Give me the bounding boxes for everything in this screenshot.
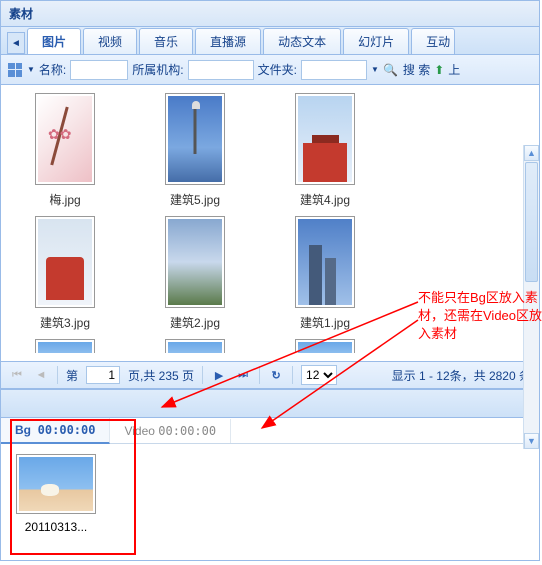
thumb-item[interactable]: 建筑2.jpg	[145, 216, 245, 331]
tab-music[interactable]: 音乐	[139, 28, 193, 54]
tab-scroll-left[interactable]: ◄	[7, 32, 25, 54]
bottom-tab-bg[interactable]: Bg 00:00:00	[1, 418, 110, 444]
thumb-item[interactable]: 建筑3.jpg	[15, 216, 115, 331]
tab-image[interactable]: 图片	[27, 28, 81, 54]
thumb-item[interactable]: 建筑1.jpg	[275, 216, 375, 331]
bottom-tab-video[interactable]: Video 00:00:00	[110, 419, 231, 443]
tab-video[interactable]: 视频	[83, 28, 137, 54]
pager-page-prefix: 第	[66, 367, 78, 384]
pager-next[interactable]: ▶	[211, 367, 227, 383]
search-icon[interactable]: 🔍	[383, 62, 399, 78]
bottom-tabs: Bg 00:00:00 Video 00:00:00	[1, 418, 539, 444]
tabs: ◄ 图片 视频 音乐 直播源 动态文本 幻灯片 互动	[1, 27, 539, 55]
pager-page-suffix: 页,共 235 页	[128, 367, 194, 384]
tab-slide[interactable]: 幻灯片	[343, 28, 409, 54]
thumb-item[interactable]: 梅.jpg	[15, 93, 115, 208]
pager-status: 显示 1 - 12条，共 2820 条	[392, 367, 531, 384]
pager-first[interactable]: ⏮	[9, 367, 25, 383]
thumb-item[interactable]: 建筑5.jpg	[145, 93, 245, 208]
thumb-label: 建筑5.jpg	[145, 191, 245, 208]
org-label: 所属机构:	[132, 61, 183, 78]
scroll-up[interactable]: ▲	[524, 145, 539, 161]
search-button[interactable]: 搜 索	[403, 61, 430, 78]
upload-icon[interactable]: ⬆	[434, 63, 444, 77]
view-mode-dropdown[interactable]: ▼	[27, 65, 35, 74]
bottom-bar	[1, 390, 539, 418]
tab-dynamictext[interactable]: 动态文本	[263, 28, 341, 54]
pager-page-input[interactable]	[86, 366, 120, 384]
upload-label: 上	[448, 61, 460, 78]
folder-dropdown[interactable]: ▼	[371, 65, 379, 74]
bottom-content: 20110313...	[1, 444, 539, 560]
name-label: 名称:	[39, 61, 66, 78]
view-mode-icon[interactable]	[7, 62, 23, 78]
folder-input[interactable]	[301, 60, 367, 80]
thumb-label: 梅.jpg	[15, 191, 115, 208]
thumb-label: 建筑3.jpg	[15, 314, 115, 331]
bg-thumb-item[interactable]: 20110313...	[11, 454, 101, 534]
folder-label: 文件夹:	[258, 61, 297, 78]
tab-live[interactable]: 直播源	[195, 28, 261, 54]
thumb-item[interactable]: 建筑4.jpg	[275, 93, 375, 208]
thumb-label: 建筑2.jpg	[145, 314, 245, 331]
bg-thumb-label: 20110313...	[11, 520, 101, 534]
annotation-text: 不能只在Bg区放入素材，还需在Video区放入素材	[418, 289, 542, 344]
panel-title: 素材	[1, 1, 539, 27]
name-input[interactable]	[70, 60, 128, 80]
pager: ⏮ ◄ 第 页,共 235 页 ▶ ⏭ ↻ 12 显示 1 - 12条，共 28…	[1, 361, 539, 389]
pager-pagesize[interactable]: 12	[301, 365, 337, 385]
thumb-label: 建筑1.jpg	[275, 314, 375, 331]
toolbar: ▼ 名称: 所属机构: 文件夹: ▼ 🔍 搜 索 ⬆ 上	[1, 55, 539, 85]
pager-last[interactable]: ⏭	[235, 367, 251, 383]
scroll-thumb[interactable]	[525, 162, 538, 282]
thumb-label: 建筑4.jpg	[275, 191, 375, 208]
pager-prev[interactable]: ◄	[33, 367, 49, 383]
tab-interactive[interactable]: 互动	[411, 28, 455, 54]
pager-refresh[interactable]: ↻	[268, 367, 284, 383]
org-input[interactable]	[188, 60, 254, 80]
